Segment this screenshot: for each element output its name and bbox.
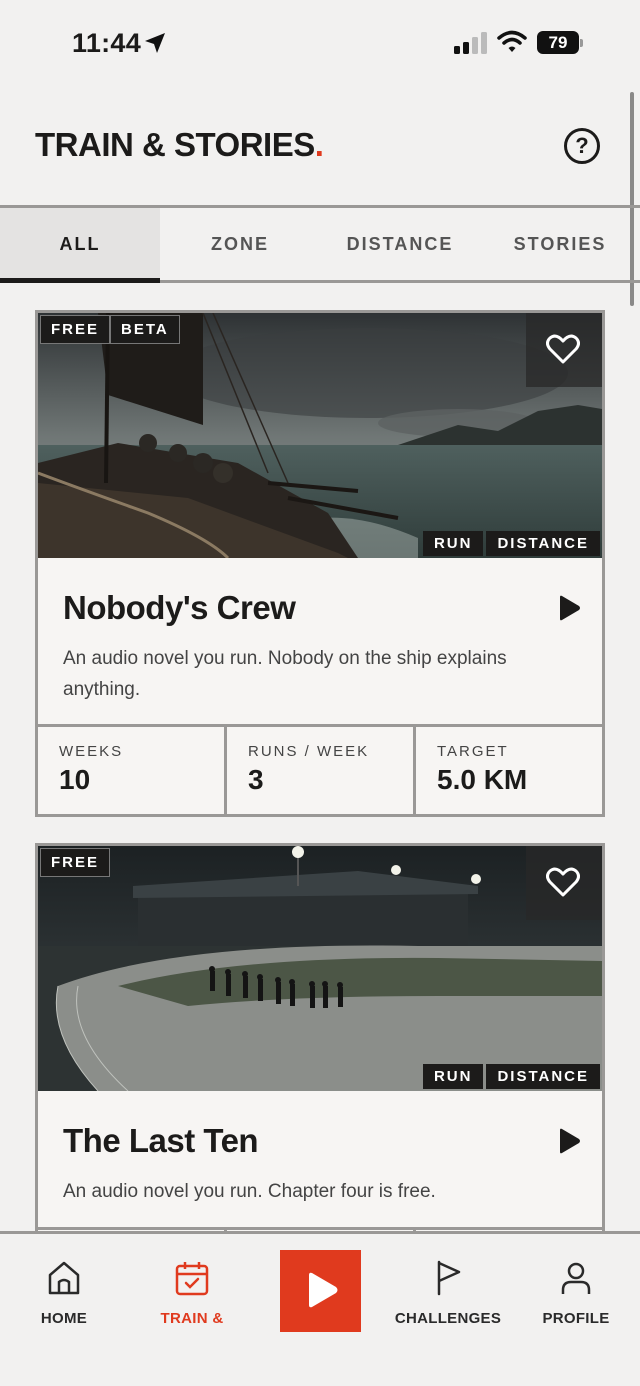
nav-train[interactable]: TRAIN & — [128, 1260, 256, 1327]
stat-value: 5.0 KM — [437, 764, 528, 795]
badge-beta: BETA — [110, 315, 180, 344]
stat-label: WEEKS — [59, 743, 124, 760]
signal-icon — [454, 32, 487, 54]
stat-label: TARGET — [437, 743, 509, 760]
badge-group: FREE — [40, 848, 111, 877]
stat-target: TARGET 5.0 KM — [416, 727, 602, 817]
tag-distance: DISTANCE — [486, 1064, 600, 1089]
nav-label: CHALLENGES — [394, 1310, 502, 1327]
badge-free: FREE — [40, 315, 111, 344]
person-icon — [561, 1262, 591, 1294]
status-time: 11:44 — [72, 28, 142, 58]
stat-runs-per-week: RUNS / WEEK 3 — [227, 727, 416, 817]
battery-icon: 79 — [537, 31, 583, 54]
battery-level: 79 — [537, 31, 579, 54]
stat-value: 10 — [59, 764, 91, 795]
tab-zone[interactable]: ZONE — [160, 208, 320, 280]
stat-weeks: WEEKS 10 — [38, 727, 227, 817]
help-icon: ? — [575, 133, 589, 158]
program-card[interactable]: FREE RUN DISTANCE The Last Ten An audio … — [35, 843, 605, 1320]
tab-distance[interactable]: DISTANCE — [320, 208, 480, 280]
card-image-viking-ship: FREE BETA RUN DISTANCE — [38, 313, 602, 558]
tag-distance: DISTANCE — [486, 531, 600, 556]
location-arrow-icon — [145, 33, 165, 53]
tag-group: RUN DISTANCE — [422, 1064, 600, 1089]
page-title: TRAIN & STORIES. — [35, 126, 324, 164]
wifi-icon — [497, 30, 527, 52]
nav-label: TRAIN & — [160, 1310, 224, 1327]
title-dot: . — [314, 126, 324, 163]
nav-label: PROFILE — [542, 1310, 610, 1327]
card-stats: WEEKS 10 RUNS / WEEK 3 TARGET 5.0 KM — [38, 724, 602, 817]
play-icon[interactable] — [556, 1128, 582, 1154]
flag-icon — [437, 1260, 461, 1296]
home-icon — [48, 1261, 80, 1295]
calendar-check-icon — [175, 1262, 209, 1296]
nav-label: HOME — [40, 1310, 88, 1327]
help-button[interactable]: ? — [564, 128, 600, 164]
nav-profile[interactable]: PROFILE — [512, 1260, 640, 1327]
start-run-button[interactable] — [280, 1250, 361, 1332]
heart-icon — [546, 867, 580, 897]
filter-tabs: ALL ZONE DISTANCE STORIES — [0, 205, 640, 283]
tab-stories[interactable]: STORIES — [480, 208, 640, 280]
stat-value: 3 — [248, 764, 264, 795]
bottom-nav: HOME TRAIN & CHALLENGES PROFILE — [0, 1231, 640, 1386]
badge-free: FREE — [40, 848, 111, 877]
program-card[interactable]: FREE BETA RUN DISTANCE Nobody's Crew An … — [35, 310, 605, 817]
favorite-button[interactable] — [526, 313, 602, 387]
play-icon[interactable] — [556, 595, 582, 621]
badge-group: FREE BETA — [40, 315, 180, 344]
card-description: An audio novel you run. Chapter four is … — [63, 1181, 436, 1202]
favorite-button[interactable] — [526, 846, 602, 920]
play-icon — [309, 1272, 338, 1308]
status-bar: 11:44 79 — [0, 0, 640, 90]
card-title: The Last Ten — [63, 1122, 259, 1159]
heart-icon — [546, 334, 580, 364]
card-description: An audio novel you run. Nobody on the sh… — [63, 648, 507, 700]
page-title-text: TRAIN & STORIES — [35, 126, 315, 163]
card-title: Nobody's Crew — [63, 589, 296, 626]
nav-home[interactable]: HOME — [0, 1260, 128, 1327]
card-image-stadium-track: FREE RUN DISTANCE — [38, 846, 602, 1091]
tag-run: RUN — [422, 531, 484, 556]
tag-group: RUN DISTANCE — [422, 531, 600, 556]
stat-label: RUNS / WEEK — [248, 743, 370, 760]
nav-challenges[interactable]: CHALLENGES — [384, 1260, 512, 1327]
tag-run: RUN — [422, 1064, 484, 1089]
tab-all[interactable]: ALL — [0, 208, 160, 283]
